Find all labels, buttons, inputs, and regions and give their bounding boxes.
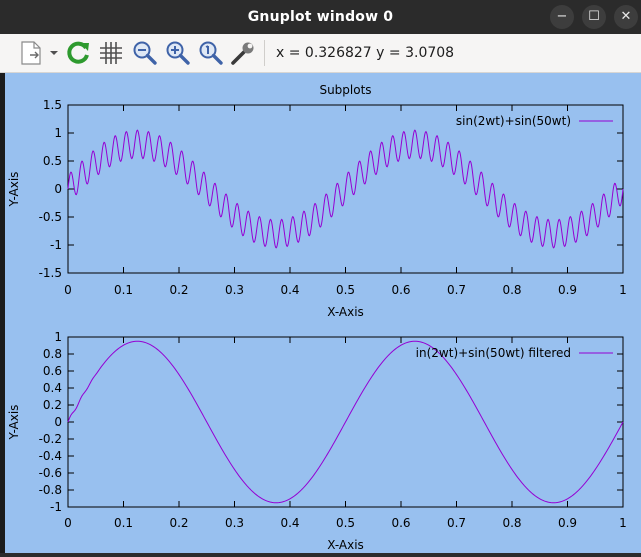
y-tick-label: -0.4 xyxy=(39,449,62,463)
x-tick-label: 0.6 xyxy=(391,516,410,530)
copy-menu-icon[interactable] xyxy=(16,39,60,67)
y-tick-label: 0.2 xyxy=(43,398,62,412)
x-tick-label: 0.9 xyxy=(558,283,577,297)
x-tick-label: 0.1 xyxy=(114,516,133,530)
x-tick-label: 0.1 xyxy=(114,283,133,297)
x-tick-label: 0.5 xyxy=(336,516,355,530)
x-axis-label: X-Axis xyxy=(327,305,364,319)
zoom-in-icon[interactable] xyxy=(163,39,191,67)
y-tick-label: -1.5 xyxy=(39,266,62,280)
y-tick-label: -0.8 xyxy=(39,483,62,497)
x-tick-label: 0.2 xyxy=(169,516,188,530)
toolbar-separator xyxy=(264,40,265,66)
x-tick-label: 0.7 xyxy=(447,516,466,530)
title-bar[interactable]: Gnuplot window 0 − ☐ ✕ xyxy=(0,0,641,34)
window-title: Gnuplot window 0 xyxy=(247,9,394,25)
y-tick-label: -0.6 xyxy=(39,466,62,480)
y-tick-label: 0 xyxy=(54,182,62,196)
zoom-out-icon[interactable] xyxy=(130,39,158,67)
x-tick-label: 0.4 xyxy=(280,516,299,530)
subplot-1 xyxy=(67,104,624,274)
x-tick-label: 0.8 xyxy=(502,516,521,530)
y-tick-label: -1 xyxy=(50,238,62,252)
y-tick-label: 1 xyxy=(54,330,62,344)
x-axis-label: X-Axis xyxy=(327,538,364,552)
x-tick-label: 0.5 xyxy=(336,283,355,297)
series-line xyxy=(67,129,624,249)
y-axis-label: Y-Axis xyxy=(7,172,21,208)
x-tick-label: 0.4 xyxy=(280,283,299,297)
x-tick-label: 0 xyxy=(64,516,72,530)
close-icon: ✕ xyxy=(620,9,632,24)
series-line xyxy=(67,340,624,504)
minimize-button[interactable]: − xyxy=(550,5,574,29)
y-tick-label: 0 xyxy=(54,415,62,429)
x-tick-label: 0.3 xyxy=(225,283,244,297)
x-tick-label: 0.8 xyxy=(502,283,521,297)
y-tick-label: 1 xyxy=(54,126,62,140)
chart-svg[interactable]: Subplots 0 0.1 0.2 0.3 0.4 0.5 0.6 0.7 0.8 0.9 1 1.5… xyxy=(5,73,641,553)
close-button[interactable]: ✕ xyxy=(614,5,638,29)
y-tick-label: 0.6 xyxy=(43,364,62,378)
maximize-button[interactable]: ☐ xyxy=(582,5,606,29)
y-tick-label: -0.2 xyxy=(39,432,62,446)
x-tick-label: 1 xyxy=(619,516,627,530)
x-tick-label: 1 xyxy=(619,283,627,297)
cursor-coordinates: x = 0.326827 y = 3.0708 xyxy=(276,45,455,61)
minimize-icon: − xyxy=(556,9,568,24)
subplot-2 xyxy=(67,336,624,508)
maximize-icon: ☐ xyxy=(588,9,600,24)
y-tick-label: -0.5 xyxy=(39,210,62,224)
y-tick-label: 0.4 xyxy=(43,381,62,395)
y-tick-label: 0.5 xyxy=(43,154,62,168)
y-tick-label: 1.5 xyxy=(43,98,62,112)
x-tick-label: 0.7 xyxy=(447,283,466,297)
x-tick-label: 0.9 xyxy=(558,516,577,530)
legend-label: in(2wt)+sin(50wt) filtered xyxy=(416,346,571,360)
x-tick-label: 0.3 xyxy=(225,516,244,530)
x-tick-label: 0 xyxy=(64,283,72,297)
replot-icon[interactable] xyxy=(64,39,92,67)
x-tick-label: 0.6 xyxy=(391,283,410,297)
gnuplot-window: Gnuplot window 0 − ☐ ✕ x = 0.326827 y = … xyxy=(0,0,641,553)
y-tick-label: 0.8 xyxy=(43,347,62,361)
zoom-reset-icon[interactable] xyxy=(196,39,224,67)
y-axis-label: Y-Axis xyxy=(7,405,21,441)
grid-icon[interactable] xyxy=(97,39,125,67)
legend-label: sin(2wt)+sin(50wt) xyxy=(456,114,571,128)
settings-icon[interactable] xyxy=(229,39,257,67)
chart-title: Subplots xyxy=(319,83,371,97)
x-tick-label: 0.2 xyxy=(169,283,188,297)
plot-canvas[interactable]: Subplots 0 0.1 0.2 0.3 0.4 0.5 0.6 0.7 0.8 0.9 1 1.5… xyxy=(5,73,641,553)
y-tick-label: -1 xyxy=(50,500,62,514)
